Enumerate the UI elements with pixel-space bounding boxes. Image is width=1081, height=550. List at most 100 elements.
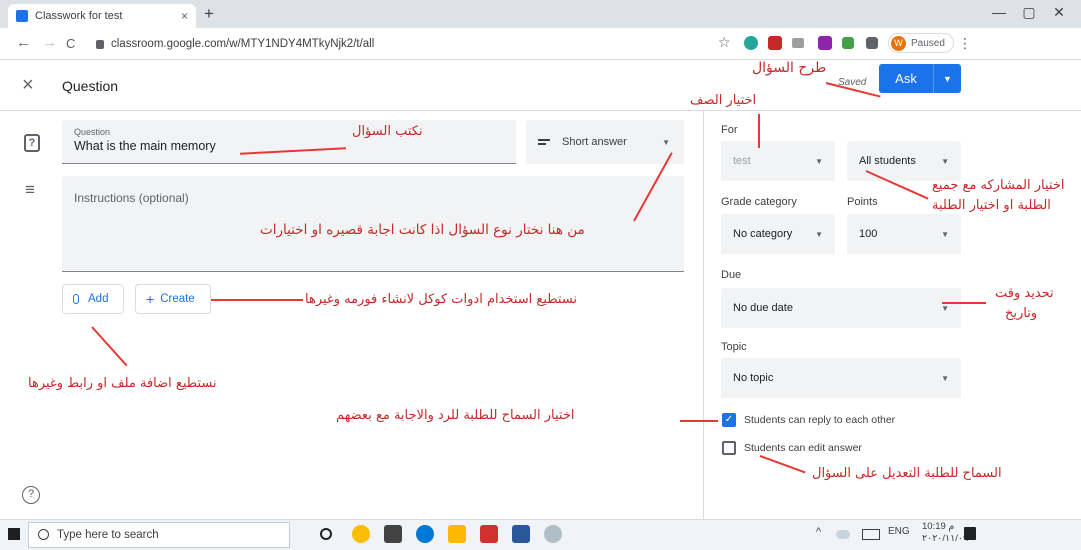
annotation-due-2: وتاريخ xyxy=(1005,306,1038,321)
question-type-select[interactable]: Short answer ▼ xyxy=(526,120,684,164)
page-title: Question xyxy=(62,78,119,94)
extensions-puzzle-icon[interactable] xyxy=(866,37,878,49)
edge-taskbar-icon[interactable] xyxy=(416,525,434,543)
new-tab-button[interactable]: + xyxy=(204,4,214,24)
tab-title: Classwork for test xyxy=(35,10,123,22)
reload-icon[interactable]: C xyxy=(66,36,75,51)
annotation-edit: السماح للطلبة التعديل على السؤال xyxy=(812,466,1002,481)
back-icon[interactable]: ← xyxy=(16,34,31,51)
chevron-down-icon: ▼ xyxy=(662,137,670,147)
for-label: For xyxy=(721,124,738,136)
topic-label: Topic xyxy=(721,341,747,353)
tray-chevron-icon[interactable]: ^ xyxy=(816,526,821,538)
create-button[interactable]: + Create xyxy=(135,284,211,314)
annotation-students-1: اختيار المشاركه مع جميع xyxy=(932,178,1065,193)
due-date-select[interactable]: No due date ▼ xyxy=(721,288,961,328)
annotation-type: من هنا نختار نوع السؤال اذا كانت اجابة ق… xyxy=(260,222,585,238)
restore-button[interactable]: ▢ xyxy=(1016,4,1042,21)
search-icon xyxy=(38,529,49,540)
extension-pdf-icon[interactable] xyxy=(768,36,782,50)
edit-answer-checkbox[interactable] xyxy=(722,441,736,455)
ask-button[interactable]: Ask ▼ xyxy=(879,64,961,93)
store-taskbar-icon[interactable] xyxy=(384,525,402,543)
grade-category-value: No category xyxy=(733,228,793,240)
tab-close-icon[interactable]: × xyxy=(181,9,188,23)
question-field[interactable]: Question What is the main memory xyxy=(62,120,516,164)
annotation-class: اختيار الصف xyxy=(690,93,757,108)
topic-value: No topic xyxy=(733,372,774,384)
help-icon[interactable]: ? xyxy=(22,486,40,504)
annotation-class-line xyxy=(758,114,760,148)
ask-options-dropdown-icon[interactable]: ▼ xyxy=(934,74,961,84)
clock-time[interactable]: 10:19 م xyxy=(922,521,954,532)
annotation-students-2: الطلبة او اختيار الطلبة xyxy=(932,198,1051,213)
profile-button[interactable]: W Paused xyxy=(888,33,954,53)
annotation-create-line xyxy=(211,299,303,301)
ask-button-label: Ask xyxy=(895,71,917,86)
class-select[interactable]: test ▼ xyxy=(721,141,835,181)
add-button[interactable]: Add xyxy=(62,284,124,314)
notifications-icon[interactable] xyxy=(964,527,976,540)
close-icon[interactable]: × xyxy=(22,74,34,97)
due-label: Due xyxy=(721,269,742,281)
extension-b-icon[interactable] xyxy=(818,36,832,50)
annotation-ask: طرح السؤال xyxy=(752,60,827,76)
paint-taskbar-icon[interactable] xyxy=(544,525,562,543)
short-answer-icon xyxy=(538,137,550,147)
annotation-create: نستطيع استخدام ادوات كوكل لانشاء فورمه و… xyxy=(305,292,578,307)
forward-icon[interactable]: → xyxy=(42,34,57,51)
extension-check-icon[interactable] xyxy=(842,37,854,49)
add-button-label: Add xyxy=(88,293,109,305)
chevron-down-icon: ▼ xyxy=(941,373,949,383)
lock-icon xyxy=(96,39,104,49)
points-select[interactable]: 100 ▼ xyxy=(847,214,961,254)
browser-menu-icon[interactable]: ⋮ xyxy=(958,35,972,52)
window-close-button[interactable]: ✕ xyxy=(1046,4,1072,21)
avatar: W xyxy=(891,35,906,51)
taskbar-search[interactable]: Type here to search xyxy=(28,522,290,548)
annotation-question: نكتب السؤال xyxy=(352,124,423,139)
mute-tab-icon[interactable] xyxy=(792,38,804,48)
address-bar[interactable]: classroom.google.com/w/MTY1NDY4MTkyNjk2/… xyxy=(90,33,710,55)
annotation-due-1: تحديد وقت xyxy=(995,286,1054,301)
acrobat-taskbar-icon[interactable] xyxy=(480,525,498,543)
taskbar-search-placeholder: Type here to search xyxy=(57,529,159,541)
chevron-down-icon: ▼ xyxy=(941,303,949,313)
grade-category-select[interactable]: No category ▼ xyxy=(721,214,835,254)
chevron-down-icon: ▼ xyxy=(941,229,949,239)
grade-category-label: Grade category xyxy=(721,196,797,208)
classroom-favicon-icon xyxy=(16,10,28,22)
clock-date[interactable]: ٢٠٢٠/١١/٠٩ xyxy=(922,533,968,544)
browser-tab[interactable]: Classwork for test × xyxy=(8,4,196,28)
instructions-icon: ≡ xyxy=(25,180,35,199)
students-select[interactable]: All students ▼ xyxy=(847,141,961,181)
due-date-value: No due date xyxy=(733,302,793,314)
points-label: Points xyxy=(847,196,878,208)
onedrive-icon[interactable] xyxy=(836,530,850,539)
profile-status: Paused xyxy=(911,37,945,49)
star-icon[interactable]: ☆ xyxy=(718,34,731,51)
attach-icon xyxy=(73,294,79,304)
minimize-button[interactable]: — xyxy=(986,4,1012,20)
chevron-down-icon: ▼ xyxy=(815,229,823,239)
annotation-add: نستطيع اضافة ملف او رابط وغيرها xyxy=(28,376,217,391)
keyboard-icon[interactable] xyxy=(862,529,880,540)
annotation-reply-line xyxy=(680,420,718,422)
students-select-value: All students xyxy=(859,155,916,167)
extension-grammarly-icon[interactable] xyxy=(744,36,758,50)
file-explorer-taskbar-icon[interactable] xyxy=(448,525,466,543)
edit-answer-checkbox-label: Students can edit answer xyxy=(744,442,862,454)
word-taskbar-icon[interactable] xyxy=(512,525,530,543)
reply-checkbox[interactable]: ✓ xyxy=(722,413,736,427)
class-select-value: test xyxy=(733,155,751,167)
windows-start-icon[interactable] xyxy=(8,528,20,540)
chevron-down-icon: ▼ xyxy=(941,156,949,166)
language-indicator[interactable]: ENG xyxy=(888,526,910,537)
task-view-icon[interactable] xyxy=(320,528,332,540)
topic-select[interactable]: No topic ▼ xyxy=(721,358,961,398)
create-button-label: Create xyxy=(160,293,195,305)
question-icon: ? xyxy=(24,134,40,152)
annotation-reply: اختيار السماح للطلبة للرد والاجابة مع بع… xyxy=(336,408,575,423)
chrome-taskbar-icon[interactable] xyxy=(352,525,370,543)
plus-icon: + xyxy=(146,291,155,307)
